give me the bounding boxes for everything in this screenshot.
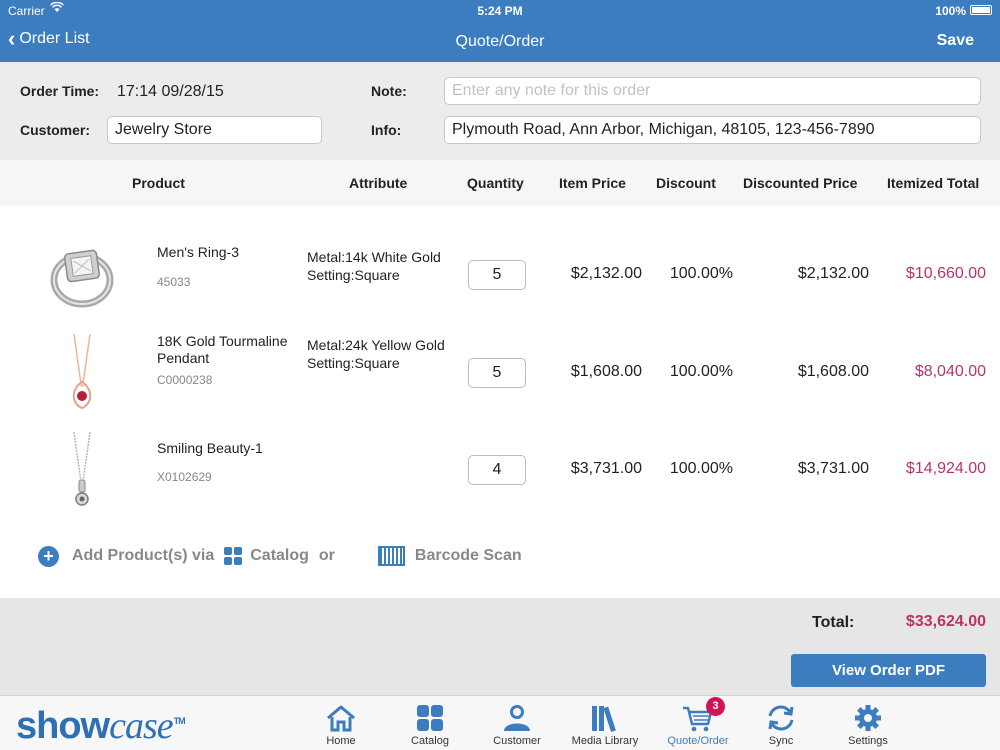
product-name: Smiling Beauty-1 bbox=[157, 440, 263, 456]
table-row[interactable]: Men's Ring-3 45033 Metal:14k White Gold … bbox=[0, 224, 1000, 322]
battery-icon bbox=[970, 5, 992, 15]
itemized-total: $8,040.00 bbox=[914, 363, 986, 380]
table-header: Product Attribute Quantity Item Price Di… bbox=[0, 160, 1000, 206]
item-price: $1,608.00 bbox=[570, 363, 642, 380]
media-library-icon bbox=[562, 702, 648, 732]
tab-sync[interactable]: Sync bbox=[738, 702, 824, 747]
cart-count-badge: 3 bbox=[706, 697, 725, 716]
note-label: Note: bbox=[371, 83, 407, 99]
logo-trademark: TM bbox=[173, 716, 186, 727]
catalog-icon[interactable] bbox=[224, 547, 243, 565]
item-price: $2,132.00 bbox=[570, 265, 642, 282]
tab-customer[interactable]: Customer bbox=[474, 702, 560, 747]
save-button[interactable]: Save bbox=[937, 32, 974, 50]
add-icon[interactable]: + bbox=[38, 545, 59, 567]
settings-icon bbox=[825, 702, 911, 732]
view-order-pdf-button[interactable]: View Order PDF bbox=[791, 654, 986, 687]
catalog-icon bbox=[387, 702, 473, 732]
tab-label: Home bbox=[326, 735, 356, 747]
tab-label: Settings bbox=[848, 735, 888, 747]
ring-icon bbox=[40, 234, 124, 314]
logo-case-text: case bbox=[109, 705, 174, 747]
home-icon bbox=[298, 702, 384, 732]
necklace-icon bbox=[40, 430, 124, 510]
column-header-quantity: Quantity bbox=[467, 175, 524, 191]
product-sku: X0102629 bbox=[157, 470, 212, 484]
column-header-discount: Discount bbox=[656, 175, 716, 191]
product-sku: C0000238 bbox=[157, 373, 213, 387]
table-row[interactable]: 18K Gold Tourmaline Pendant C0000238 Met… bbox=[0, 322, 1000, 420]
item-price: $3,731.00 bbox=[570, 460, 642, 477]
tab-catalog[interactable]: Catalog bbox=[387, 702, 473, 747]
discounted-price: $3,731.00 bbox=[797, 460, 869, 477]
product-name: 18K Gold Tourmaline Pendant bbox=[157, 333, 288, 366]
add-via-catalog-link[interactable]: Catalog bbox=[250, 547, 309, 565]
tab-settings[interactable]: Settings bbox=[825, 702, 911, 747]
quantity-field[interactable]: 5 bbox=[468, 260, 526, 290]
or-text: or bbox=[318, 547, 335, 564]
tab-label: Sync bbox=[768, 735, 794, 747]
info-label: Info: bbox=[371, 122, 402, 138]
customer-icon bbox=[474, 702, 560, 732]
column-header-attribute: Attribute bbox=[349, 175, 408, 191]
discount-value: 100.00% bbox=[669, 460, 733, 477]
info-field[interactable]: Plymouth Road, Ann Arbor, Michigan, 4810… bbox=[444, 116, 981, 144]
itemized-total: $10,660.00 bbox=[905, 265, 986, 282]
column-header-itemized-total: Itemized Total bbox=[887, 175, 980, 191]
discount-value: 100.00% bbox=[669, 363, 733, 380]
add-products-row: + Add Product(s) via Catalog or Barcode … bbox=[38, 544, 522, 568]
product-attribute: Metal:14k White Gold Setting:Square bbox=[307, 249, 441, 283]
cart-icon bbox=[655, 702, 741, 732]
column-header-product: Product bbox=[132, 175, 185, 191]
table-row[interactable]: Smiling Beauty-1 X0102629 4 $3,731.00 10… bbox=[0, 420, 1000, 518]
discount-value: 100.00% bbox=[669, 265, 733, 282]
tab-label: Catalog bbox=[411, 735, 449, 747]
pendant-icon bbox=[40, 332, 124, 412]
sync-icon bbox=[738, 702, 824, 732]
quantity-field[interactable]: 5 bbox=[468, 358, 526, 388]
order-footer: Total: $33,624.00 View Order PDF bbox=[0, 598, 1000, 695]
tab-media-library[interactable]: Media Library bbox=[562, 702, 648, 747]
showcase-logo: showcaseTM bbox=[16, 704, 186, 748]
product-sku: 45033 bbox=[157, 275, 191, 289]
discounted-price: $2,132.00 bbox=[797, 265, 869, 282]
order-time-value: 17:14 09/28/15 bbox=[117, 83, 224, 100]
tab-home[interactable]: Home bbox=[298, 702, 384, 747]
page-title: Quote/Order bbox=[455, 33, 545, 50]
logo-show-text: show bbox=[16, 705, 110, 747]
battery-percent: 100% bbox=[935, 4, 966, 18]
tab-quote-order[interactable]: 3 Quote/Order bbox=[655, 697, 741, 747]
column-header-item-price: Item Price bbox=[559, 175, 626, 191]
total-value: $33,624.00 bbox=[905, 613, 986, 630]
order-time-label: Order Time: bbox=[20, 83, 100, 99]
navigation-bar: Carrier 5:24 PM 100% ‹ Order List Quote/… bbox=[0, 0, 1000, 62]
status-time: 5:24 PM bbox=[477, 4, 523, 18]
itemized-total: $14,924.00 bbox=[905, 460, 986, 477]
product-attribute: Metal:24k Yellow Gold Setting:Square bbox=[307, 337, 445, 371]
column-header-discounted-price: Discounted Price bbox=[743, 175, 858, 191]
order-form: Order Time: 17:14 09/28/15 Note: Enter a… bbox=[0, 62, 1000, 160]
add-products-prefix: Add Product(s) via bbox=[72, 547, 215, 564]
tab-label: Quote/Order bbox=[667, 735, 729, 747]
customer-field[interactable]: Jewelry Store bbox=[107, 116, 322, 144]
quantity-field[interactable]: 4 bbox=[468, 455, 526, 485]
total-label: Total: bbox=[812, 614, 855, 631]
product-name: Men's Ring-3 bbox=[157, 244, 240, 260]
tab-label: Customer bbox=[493, 735, 541, 747]
customer-label: Customer: bbox=[20, 122, 91, 138]
discounted-price: $1,608.00 bbox=[797, 363, 869, 380]
tab-label: Media Library bbox=[571, 735, 639, 747]
barcode-icon[interactable] bbox=[377, 546, 405, 566]
note-input[interactable]: Enter any note for this order bbox=[444, 77, 981, 105]
tab-bar: showcaseTM Home Catalog Customer Media L… bbox=[0, 695, 1000, 750]
barcode-scan-link[interactable]: Barcode Scan bbox=[415, 547, 522, 565]
